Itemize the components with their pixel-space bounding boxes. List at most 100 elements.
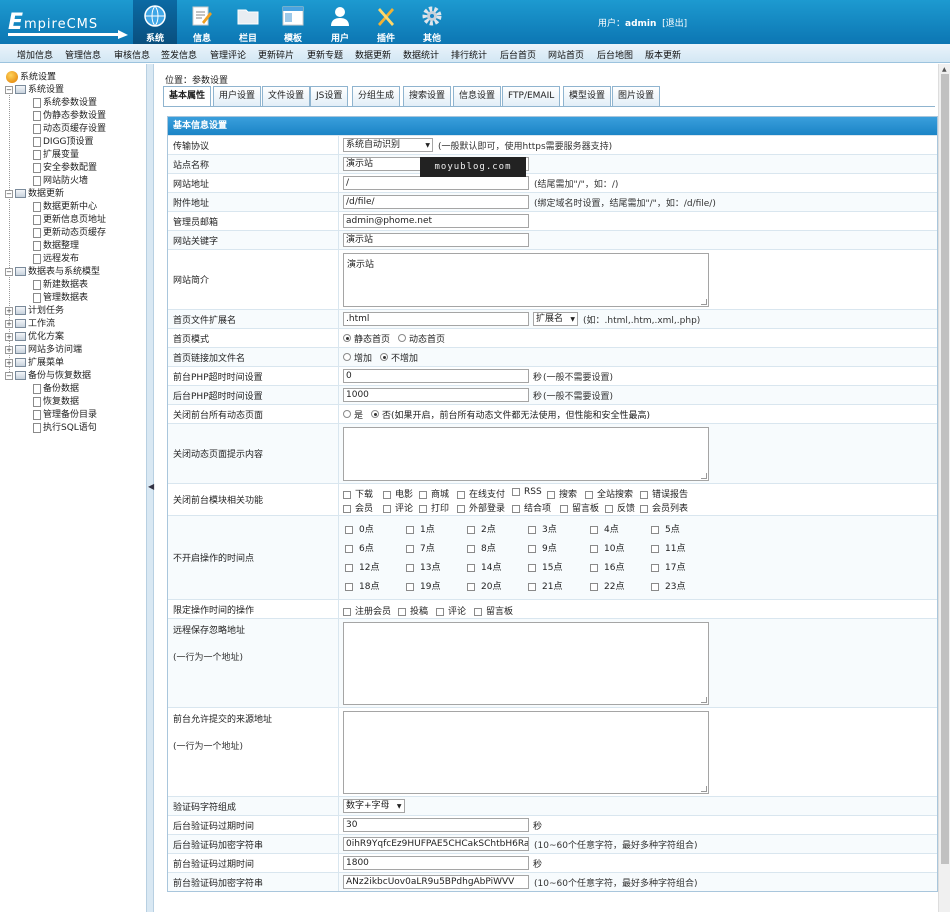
expand-icon[interactable]: + bbox=[5, 345, 13, 354]
tree-item[interactable]: 数据整理 bbox=[33, 240, 79, 252]
tab-js[interactable]: JS设置 bbox=[310, 86, 349, 106]
checkbox-hour-2[interactable]: 2点 bbox=[467, 522, 496, 535]
checkbox-hour-8[interactable]: 8点 bbox=[467, 541, 496, 554]
tree-item[interactable]: 更新信息页地址 bbox=[33, 214, 106, 226]
collapse-icon[interactable]: − bbox=[5, 85, 13, 94]
menu-update-fragments[interactable]: 更新碎片 bbox=[258, 48, 294, 61]
checkbox-rss[interactable]: RSS bbox=[512, 487, 542, 497]
tree-item[interactable]: 安全参数配置 bbox=[33, 162, 97, 174]
tree-group-system-settings[interactable]: − 系统设置 bbox=[5, 84, 64, 96]
checkbox-comment[interactable]: 评论 bbox=[383, 501, 413, 514]
resize-grip-icon[interactable] bbox=[701, 299, 707, 305]
closetip-textarea[interactable] bbox=[343, 427, 709, 481]
checkbox-hour-14[interactable]: 14点 bbox=[467, 560, 501, 573]
checkbox-guestbook-op[interactable]: 留言板 bbox=[474, 604, 513, 617]
collapse-arrow-icon[interactable]: ◀ bbox=[148, 482, 154, 491]
tree-group-workflow[interactable]: + 工作流 bbox=[5, 318, 55, 330]
tree-item[interactable]: 管理数据表 bbox=[33, 292, 88, 304]
menu-rank-stats[interactable]: 排行统计 bbox=[451, 48, 487, 61]
admin-captcha-key-input[interactable]: 0ihR9YqfcEz9HUFPAE5CHCakSChtbH6RaeRy bbox=[343, 837, 529, 851]
tree-group-scheduled-tasks[interactable]: + 计划任务 bbox=[5, 305, 64, 317]
tree-root[interactable]: 系统设置 bbox=[6, 71, 56, 84]
collapse-icon[interactable]: − bbox=[5, 189, 13, 198]
scroll-thumb[interactable] bbox=[941, 74, 949, 864]
fileurl-input[interactable]: /d/file/ bbox=[343, 195, 529, 209]
tree-item[interactable]: 管理备份目录 bbox=[33, 409, 97, 421]
radio-static-index[interactable] bbox=[343, 334, 351, 342]
main-scrollbar[interactable]: ▲ bbox=[938, 64, 950, 912]
checkbox-feedback[interactable]: 反馈 bbox=[605, 501, 635, 514]
tree-group-backup[interactable]: − 备份与恢复数据 bbox=[5, 370, 91, 382]
tree-item[interactable]: 远程发布 bbox=[33, 253, 79, 265]
tree-item[interactable]: 更新动态页缓存 bbox=[33, 227, 106, 239]
remoteignore-textarea[interactable] bbox=[343, 622, 709, 705]
phptimeout-input[interactable]: 0 bbox=[343, 369, 529, 383]
captcha-time-input[interactable]: 1800 bbox=[343, 856, 529, 870]
checkbox-hour-6[interactable]: 6点 bbox=[345, 541, 374, 554]
menu-admin-home[interactable]: 后台首页 bbox=[500, 48, 536, 61]
menu-manage-comments[interactable]: 管理评论 bbox=[210, 48, 246, 61]
checkbox-download[interactable]: 下载 bbox=[343, 487, 373, 500]
tree-item[interactable]: 伪静态参数设置 bbox=[33, 110, 106, 122]
checkbox-hour-9[interactable]: 9点 bbox=[528, 541, 557, 554]
menu-review-info[interactable]: 审核信息 bbox=[114, 48, 150, 61]
expand-icon[interactable]: + bbox=[5, 358, 13, 367]
checkbox-hour-23[interactable]: 23点 bbox=[651, 579, 685, 592]
nav-other[interactable]: 其他 bbox=[410, 0, 454, 44]
radio-close-yes[interactable] bbox=[343, 410, 351, 418]
email-input[interactable]: admin@phome.net bbox=[343, 214, 529, 228]
checkbox-site-search[interactable]: 全站搜索 bbox=[585, 487, 633, 500]
tree-group-optimization[interactable]: + 优化方案 bbox=[5, 331, 64, 343]
checkbox-hour-15[interactable]: 15点 bbox=[528, 560, 562, 573]
tab-search[interactable]: 搜索设置 bbox=[403, 86, 452, 106]
resize-grip-icon[interactable] bbox=[701, 473, 707, 479]
expand-icon[interactable]: + bbox=[5, 332, 13, 341]
tab-group-gen[interactable]: 分组生成 bbox=[352, 86, 401, 106]
checkbox-hour-4[interactable]: 4点 bbox=[590, 522, 619, 535]
checkbox-guestbook[interactable]: 留言板 bbox=[560, 501, 599, 514]
radio-close-no[interactable] bbox=[371, 410, 380, 418]
menu-admin-map[interactable]: 后台地图 bbox=[597, 48, 633, 61]
radio-add-filename[interactable] bbox=[343, 353, 351, 361]
checkbox-member[interactable]: 会员 bbox=[343, 501, 373, 514]
checkbox-online-pay[interactable]: 在线支付 bbox=[457, 487, 505, 500]
nav-column[interactable]: 栏目 bbox=[226, 0, 270, 44]
sidebar-splitter[interactable]: ◀ bbox=[146, 64, 154, 912]
checkbox-hour-1[interactable]: 1点 bbox=[406, 522, 435, 535]
menu-data-update[interactable]: 数据更新 bbox=[355, 48, 391, 61]
checkbox-external-login[interactable]: 外部登录 bbox=[457, 501, 505, 514]
indexext-input[interactable]: .html bbox=[343, 312, 529, 326]
checkbox-hour-21[interactable]: 21点 bbox=[528, 579, 562, 592]
checkbox-hour-0[interactable]: 0点 bbox=[345, 522, 374, 535]
captcha-chars-select[interactable]: 数字+字母 bbox=[343, 799, 405, 813]
tree-item[interactable]: 新建数据表 bbox=[33, 279, 88, 291]
menu-manage-info[interactable]: 管理信息 bbox=[65, 48, 101, 61]
tab-info[interactable]: 信息设置 bbox=[453, 86, 502, 106]
tree-item[interactable]: 备份数据 bbox=[33, 383, 79, 395]
checkbox-hour-10[interactable]: 10点 bbox=[590, 541, 624, 554]
nav-info[interactable]: 信息 bbox=[180, 0, 224, 44]
checkbox-hour-7[interactable]: 7点 bbox=[406, 541, 435, 554]
checkbox-search[interactable]: 搜索 bbox=[547, 487, 577, 500]
intro-textarea[interactable]: 演示站 bbox=[343, 253, 709, 307]
captcha-key-input[interactable]: ANz2ikbcUov0aLR9u5BPdhgAbPiWVV bbox=[343, 875, 529, 889]
menu-add-info[interactable]: 增加信息 bbox=[17, 48, 53, 61]
tree-item[interactable]: 动态页缓存设置 bbox=[33, 123, 106, 135]
radio-dynamic-index[interactable] bbox=[398, 334, 407, 342]
tab-model[interactable]: 模型设置 bbox=[563, 86, 612, 106]
nav-plugin[interactable]: 插件 bbox=[364, 0, 408, 44]
adminphptimeout-input[interactable]: 1000 bbox=[343, 388, 529, 402]
tree-item[interactable]: 执行SQL语句 bbox=[33, 422, 97, 434]
scroll-up-icon[interactable]: ▲ bbox=[942, 66, 947, 73]
checkbox-submit[interactable]: 投稿 bbox=[398, 604, 428, 617]
expand-icon[interactable]: + bbox=[5, 306, 13, 315]
resize-grip-icon[interactable] bbox=[701, 697, 707, 703]
tree-item[interactable]: 扩展变量 bbox=[33, 149, 79, 161]
checkbox-hour-17[interactable]: 17点 bbox=[651, 560, 685, 573]
checkbox-error-report[interactable]: 错误报告 bbox=[640, 487, 688, 500]
checkbox-hour-16[interactable]: 16点 bbox=[590, 560, 624, 573]
checkbox-comment-op[interactable]: 评论 bbox=[436, 604, 466, 617]
ext-select[interactable]: 扩展名 bbox=[533, 312, 579, 326]
checkbox-hour-5[interactable]: 5点 bbox=[651, 522, 680, 535]
checkbox-hour-18[interactable]: 18点 bbox=[345, 579, 379, 592]
